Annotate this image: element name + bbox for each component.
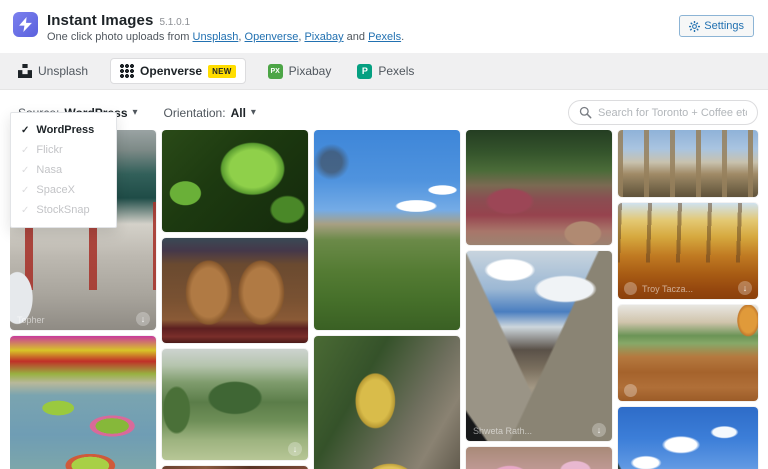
dropdown-item-label: StockSnap xyxy=(36,204,90,216)
photo-plaza-building[interactable] xyxy=(618,305,758,401)
photo-autumn-forest[interactable]: Troy Tacza... ↓ xyxy=(618,203,758,299)
subtitle: One click photo uploads from Unsplash, O… xyxy=(47,31,679,43)
openverse-icon xyxy=(120,64,135,78)
tab-label: Pixabay xyxy=(288,64,332,78)
photo-grid: Topher ↓ ↓ Shweta Rath... ↓ Troy Tacza..… xyxy=(10,130,760,469)
link-pexels[interactable]: Pexels xyxy=(368,31,401,43)
link-pixabay[interactable]: Pixabay xyxy=(304,31,343,43)
download-arrow-glyph: ↓ xyxy=(596,425,602,435)
source-dropdown-menu: ✓ WordPress ✓ Flickr ✓ Nasa ✓ SpaceX ✓ S… xyxy=(10,112,117,228)
gear-icon xyxy=(689,20,701,32)
pexels-icon: P xyxy=(357,63,373,79)
search-icon xyxy=(579,106,592,119)
link-openverse[interactable]: Openverse xyxy=(245,31,299,43)
chevron-down-icon: ▾ xyxy=(132,107,138,118)
orientation-filter[interactable]: Orientation: All ▾ xyxy=(164,106,256,120)
download-icon[interactable]: ↓ xyxy=(136,312,150,326)
dropdown-item-spacex[interactable]: ✓ SpaceX xyxy=(11,180,116,200)
download-icon[interactable]: ↓ xyxy=(738,281,752,295)
photo-mountain-road[interactable]: Shweta Rath... ↓ xyxy=(466,251,612,441)
tab-label: Pexels xyxy=(378,64,415,78)
tab-label: Openverse xyxy=(140,64,203,78)
grid-column-5: Troy Tacza... ↓ xyxy=(618,130,758,469)
dropdown-item-wordpress[interactable]: ✓ WordPress xyxy=(11,120,116,140)
photo-cathedral-spires[interactable] xyxy=(618,130,758,197)
unsplash-icon xyxy=(18,64,32,78)
check-icon: ✓ xyxy=(21,204,30,216)
lightning-bolt-icon xyxy=(19,17,32,32)
new-badge: NEW xyxy=(208,64,236,78)
dropdown-item-label: Nasa xyxy=(36,164,63,176)
link-unsplash[interactable]: Unsplash xyxy=(193,31,239,43)
download-arrow-glyph: ↓ xyxy=(742,283,748,293)
avatar-icon xyxy=(624,384,637,397)
instant-images-app: Instant Images 5.1.0.1 One click photo u… xyxy=(0,0,768,469)
photo-pink-flowers-partial[interactable] xyxy=(466,447,612,469)
check-icon: ✓ xyxy=(21,184,30,196)
provider-tabs: Unsplash Openverse NEW PX Pixabay P Pexe… xyxy=(0,53,768,90)
check-icon: ✓ xyxy=(21,144,30,156)
grid-column-3 xyxy=(314,130,460,469)
tab-pixabay[interactable]: PX Pixabay xyxy=(267,63,332,79)
header-text: Instant Images 5.1.0.1 One click photo u… xyxy=(47,12,679,43)
dropdown-item-nasa[interactable]: ✓ Nasa xyxy=(11,160,116,180)
photo-attribution: Topher xyxy=(17,315,45,325)
tab-unsplash[interactable]: Unsplash xyxy=(18,64,88,78)
app-logo-lightning-icon xyxy=(13,12,38,37)
photo-leather-chairs[interactable] xyxy=(162,238,308,343)
version-label: 5.1.0.1 xyxy=(159,17,191,28)
photo-topiary-garden[interactable]: ↓ xyxy=(162,349,308,460)
photo-attribution: Shweta Rath... xyxy=(473,426,533,436)
photo-blue-sky-clouds[interactable] xyxy=(618,407,758,469)
photo-park-field[interactable] xyxy=(314,130,460,330)
photo-attribution: Troy Tacza... xyxy=(642,284,694,294)
subtitle-sep: and xyxy=(343,31,369,43)
photo-yellow-mushrooms[interactable] xyxy=(314,336,460,469)
photo-red-foliage-garden[interactable] xyxy=(466,130,612,245)
dropdown-item-flickr[interactable]: ✓ Flickr xyxy=(11,140,116,160)
download-icon[interactable]: ↓ xyxy=(288,442,302,456)
subtitle-prefix: One click photo uploads from xyxy=(47,31,193,43)
dropdown-item-label: SpaceX xyxy=(36,184,75,196)
avatar-icon xyxy=(624,282,637,295)
dropdown-item-label: Flickr xyxy=(36,144,63,156)
check-icon: ✓ xyxy=(21,164,30,176)
tab-label: Unsplash xyxy=(38,64,89,78)
tab-pexels[interactable]: P Pexels xyxy=(357,63,415,79)
search-box xyxy=(568,100,758,125)
tab-openverse[interactable]: Openverse NEW xyxy=(110,58,246,84)
photo-ivy-leaves[interactable] xyxy=(162,130,308,232)
check-icon: ✓ xyxy=(21,124,30,136)
subtitle-period: . xyxy=(401,31,405,43)
download-arrow-glyph: ↓ xyxy=(292,444,298,454)
download-icon[interactable]: ↓ xyxy=(592,423,606,437)
dropdown-item-label: WordPress xyxy=(36,124,95,136)
orientation-label: Orientation: xyxy=(163,105,226,120)
settings-label: Settings xyxy=(704,20,744,32)
header: Instant Images 5.1.0.1 One click photo u… xyxy=(0,0,768,53)
chevron-down-icon: ▾ xyxy=(250,107,256,118)
page-title: Instant Images xyxy=(47,12,154,29)
pixabay-icon: PX xyxy=(267,63,283,79)
grid-column-4: Shweta Rath... ↓ xyxy=(466,130,612,469)
grid-column-2: ↓ xyxy=(162,130,308,469)
dropdown-item-stocksnap[interactable]: ✓ StockSnap xyxy=(11,200,116,220)
search-input[interactable] xyxy=(598,106,747,119)
download-arrow-glyph: ↓ xyxy=(140,314,146,324)
photo-flower-pond[interactable] xyxy=(10,336,156,469)
settings-button[interactable]: Settings xyxy=(679,15,754,37)
orientation-value: All xyxy=(230,105,246,120)
